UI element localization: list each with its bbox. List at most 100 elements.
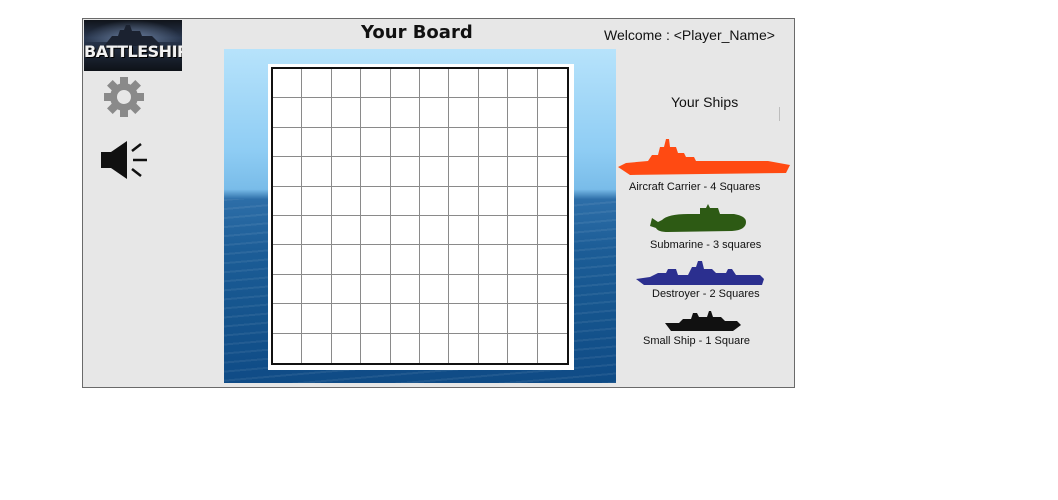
board-cell[interactable] (361, 304, 391, 334)
board-cell[interactable] (331, 333, 362, 363)
board-cell[interactable] (273, 186, 303, 216)
board-cell[interactable] (302, 157, 332, 187)
board-cell[interactable] (361, 215, 391, 246)
board-cell[interactable] (361, 245, 391, 275)
board-cell[interactable] (419, 186, 450, 216)
board-cell[interactable] (390, 157, 420, 187)
board-cell[interactable] (302, 98, 332, 128)
board-cell[interactable] (273, 127, 303, 158)
board-cell[interactable] (331, 304, 362, 334)
board-cell[interactable] (390, 69, 420, 99)
board-cell[interactable] (537, 157, 567, 187)
board-cell[interactable] (419, 127, 450, 158)
board-cell[interactable] (390, 186, 420, 216)
board-cell[interactable] (537, 215, 567, 246)
board-cell[interactable] (478, 157, 509, 187)
board-cell[interactable] (449, 304, 479, 334)
board-cell[interactable] (361, 69, 391, 99)
board-cell[interactable] (419, 215, 450, 246)
board-cell[interactable] (537, 127, 567, 158)
board-cell[interactable] (302, 274, 332, 305)
board-cell[interactable] (390, 127, 420, 158)
board-cell[interactable] (331, 186, 362, 216)
board-cell[interactable] (331, 157, 362, 187)
board-cell[interactable] (508, 157, 538, 187)
board-cell[interactable] (361, 274, 391, 305)
board-cell[interactable] (508, 304, 538, 334)
board-cell[interactable] (449, 215, 479, 246)
board-cell[interactable] (302, 304, 332, 334)
board-cell[interactable] (390, 304, 420, 334)
board-cell[interactable] (419, 69, 450, 99)
board-cell[interactable] (478, 186, 509, 216)
board-cell[interactable] (449, 69, 479, 99)
board-cell[interactable] (302, 69, 332, 99)
board-cell[interactable] (419, 98, 450, 128)
board-cell[interactable] (331, 215, 362, 246)
board-cell[interactable] (508, 274, 538, 305)
board-cell[interactable] (508, 127, 538, 158)
small-ship-icon[interactable] (663, 309, 743, 333)
board-cell[interactable] (419, 245, 450, 275)
board-cell[interactable] (361, 157, 391, 187)
board-cell[interactable] (273, 157, 303, 187)
board-cell[interactable] (449, 127, 479, 158)
board-cell[interactable] (537, 304, 567, 334)
board-cell[interactable] (537, 245, 567, 275)
board-cell[interactable] (273, 245, 303, 275)
aircraft-carrier-icon[interactable] (618, 137, 790, 179)
board-cell[interactable] (390, 245, 420, 275)
board-cell[interactable] (478, 127, 509, 158)
board-cell[interactable] (273, 333, 303, 363)
board-cell[interactable] (302, 333, 332, 363)
board-cell[interactable] (302, 127, 332, 158)
board-cell[interactable] (390, 274, 420, 305)
board-cell[interactable] (273, 69, 303, 99)
board-cell[interactable] (449, 245, 479, 275)
board-cell[interactable] (361, 127, 391, 158)
board-cell[interactable] (537, 333, 567, 363)
board-cell[interactable] (508, 186, 538, 216)
board-cell[interactable] (478, 245, 509, 275)
board-cell[interactable] (361, 98, 391, 128)
board-cell[interactable] (419, 333, 450, 363)
board-cell[interactable] (361, 186, 391, 216)
board-cell[interactable] (390, 215, 420, 246)
board-cell[interactable] (302, 186, 332, 216)
board-cell[interactable] (508, 215, 538, 246)
board-cell[interactable] (331, 98, 362, 128)
board-cell[interactable] (390, 98, 420, 128)
board-cell[interactable] (390, 333, 420, 363)
speaker-icon[interactable] (99, 139, 151, 181)
board-cell[interactable] (302, 245, 332, 275)
board-cell[interactable] (537, 98, 567, 128)
board-cell[interactable] (273, 304, 303, 334)
board-cell[interactable] (331, 127, 362, 158)
board-cell[interactable] (537, 274, 567, 305)
board-cell[interactable] (331, 245, 362, 275)
board-cell[interactable] (273, 274, 303, 305)
board-cell[interactable] (478, 304, 509, 334)
board-cell[interactable] (508, 98, 538, 128)
board-cell[interactable] (449, 186, 479, 216)
board-cell[interactable] (331, 69, 362, 99)
board-cell[interactable] (478, 69, 509, 99)
board-cell[interactable] (508, 333, 538, 363)
board-cell[interactable] (537, 69, 567, 99)
board-cell[interactable] (273, 98, 303, 128)
destroyer-icon[interactable] (636, 259, 766, 287)
board-cell[interactable] (449, 157, 479, 187)
board-cell[interactable] (449, 333, 479, 363)
board-cell[interactable] (537, 186, 567, 216)
board-cell[interactable] (478, 98, 509, 128)
submarine-icon[interactable] (648, 202, 748, 236)
board-cell[interactable] (478, 215, 509, 246)
board-cell[interactable] (449, 274, 479, 305)
board-cell[interactable] (331, 274, 362, 305)
board-cell[interactable] (419, 274, 450, 305)
board-cell[interactable] (478, 333, 509, 363)
board-cell[interactable] (508, 69, 538, 99)
board-cell[interactable] (508, 245, 538, 275)
board-cell[interactable] (449, 98, 479, 128)
board-cell[interactable] (478, 274, 509, 305)
